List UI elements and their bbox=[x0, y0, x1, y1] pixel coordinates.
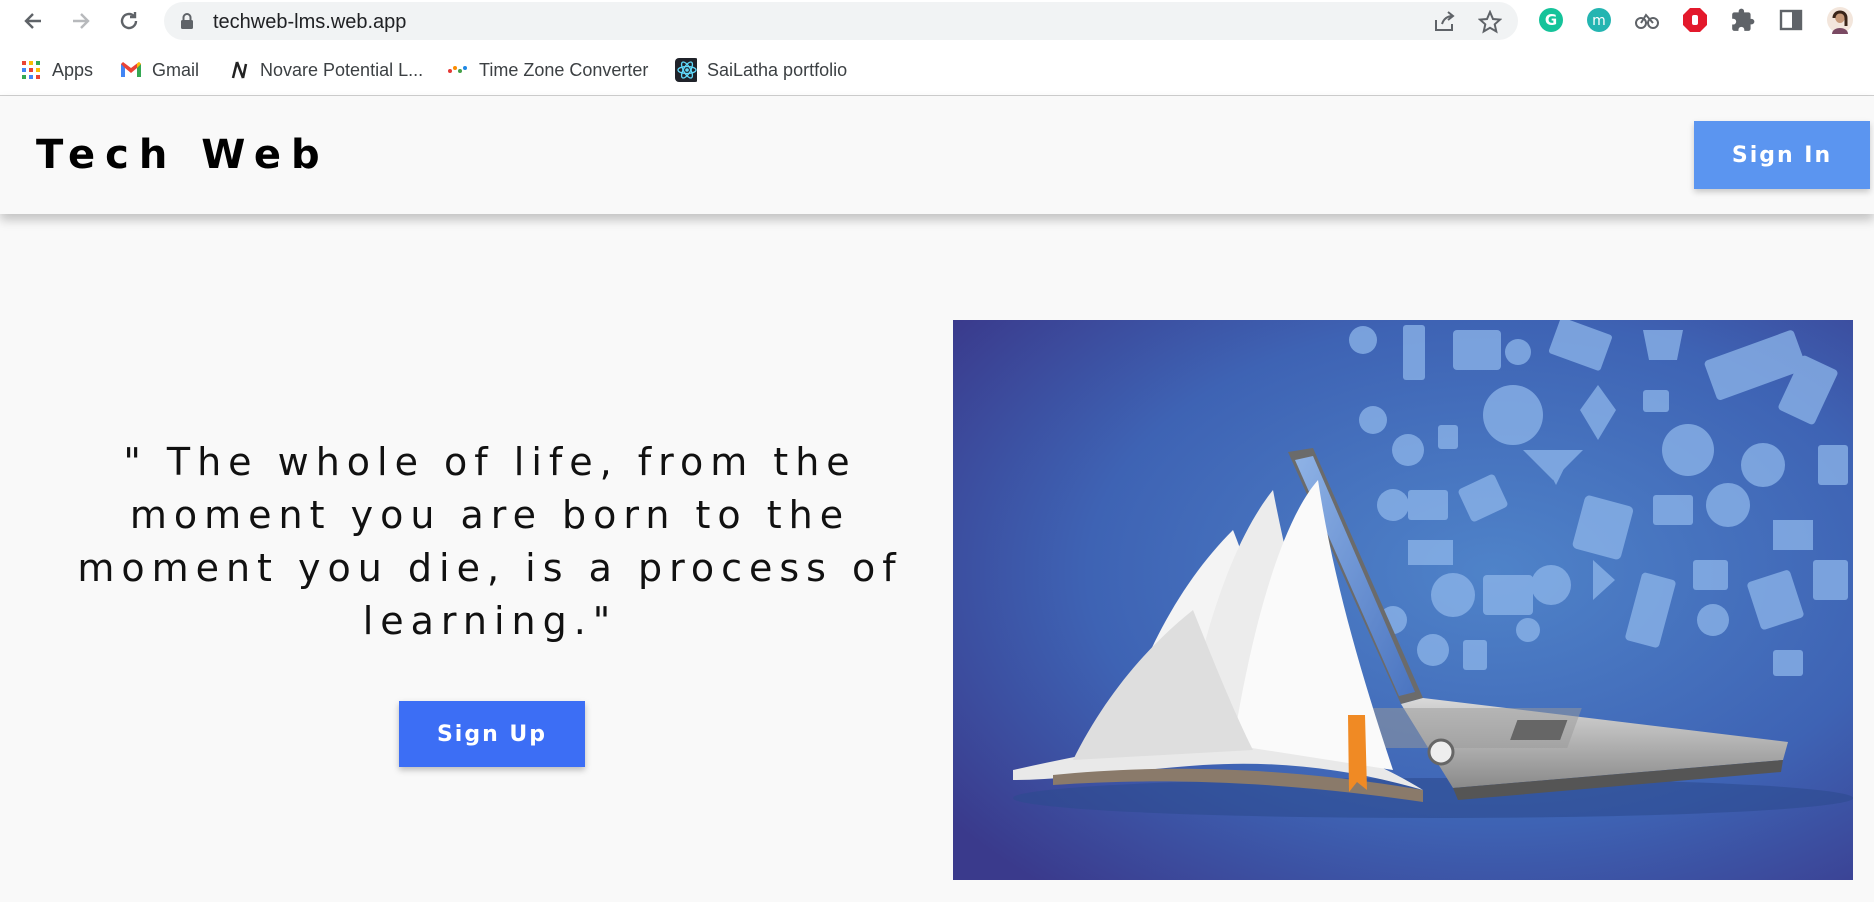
bookmark-label: Apps bbox=[52, 59, 94, 80]
bookmark-label: Time Zone Converter bbox=[479, 59, 649, 80]
side-panel-icon[interactable] bbox=[1777, 6, 1805, 34]
svg-text:G: G bbox=[1545, 11, 1557, 29]
address-bar[interactable]: techweb-lms.web.app bbox=[164, 2, 1518, 40]
timezone-icon bbox=[447, 59, 469, 81]
sign-in-button[interactable]: Sign In bbox=[1694, 121, 1870, 189]
bookmark-label: Novare Potential L... bbox=[260, 59, 424, 80]
bookmark-timezone[interactable]: Time Zone Converter bbox=[447, 56, 648, 84]
share-icon[interactable] bbox=[1430, 8, 1458, 36]
react-icon bbox=[675, 58, 697, 82]
bookmark-label: Gmail bbox=[152, 59, 200, 80]
profile-avatar-icon[interactable] bbox=[1826, 6, 1854, 34]
bookmark-label: SaiLatha portfolio bbox=[707, 59, 848, 80]
bookmark-gmail[interactable]: Gmail bbox=[120, 56, 199, 84]
bookmark-star-icon[interactable] bbox=[1476, 8, 1504, 36]
reload-icon bbox=[120, 12, 138, 30]
bookmark-apps[interactable]: Apps bbox=[20, 56, 93, 84]
novare-icon bbox=[228, 59, 250, 81]
forward-arrow-icon bbox=[73, 13, 90, 29]
bookmark-sailatha-portfolio[interactable]: SaiLatha portfolio bbox=[675, 56, 847, 84]
bookmark-novare[interactable]: Novare Potential L... bbox=[228, 56, 423, 84]
extension-m-icon[interactable]: m bbox=[1585, 6, 1613, 34]
url-text: techweb-lms.web.app bbox=[213, 11, 407, 33]
book-laptop-illustration bbox=[953, 320, 1853, 880]
hero-image bbox=[953, 320, 1853, 880]
extensions-puzzle-icon[interactable] bbox=[1729, 6, 1757, 34]
extension-bike-icon[interactable] bbox=[1633, 6, 1661, 34]
back-button[interactable] bbox=[16, 4, 50, 38]
back-arrow-icon bbox=[24, 13, 41, 29]
gmail-icon bbox=[120, 59, 142, 81]
browser-toolbar: techweb-lms.web.app G m bbox=[0, 0, 1874, 42]
forward-button[interactable] bbox=[64, 4, 98, 38]
page-content: Tech Web Sign In " The whole of life, fr… bbox=[0, 96, 1874, 902]
bookmarks-bar: Apps Gmail Novare Potential L... Time Zo… bbox=[0, 42, 1874, 96]
adblock-icon[interactable] bbox=[1681, 6, 1709, 34]
grammarly-icon[interactable]: G bbox=[1537, 6, 1565, 34]
site-logo[interactable]: Tech Web bbox=[36, 132, 330, 178]
reload-button[interactable] bbox=[112, 4, 146, 38]
apps-grid-icon bbox=[20, 59, 42, 81]
site-header: Tech Web Sign In bbox=[0, 96, 1874, 214]
svg-text:m: m bbox=[1592, 13, 1606, 29]
hero-quote: " The whole of life, from the moment you… bbox=[77, 440, 903, 643]
sign-up-button[interactable]: Sign Up bbox=[399, 701, 585, 767]
lock-icon bbox=[180, 12, 194, 35]
